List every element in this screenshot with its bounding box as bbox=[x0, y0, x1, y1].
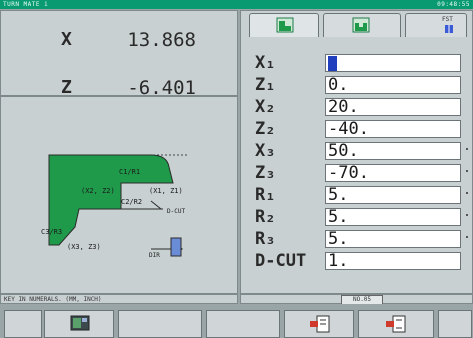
status-message: KEY IN NUMERALS. (MM, INCH) bbox=[0, 294, 238, 304]
row-marker bbox=[466, 170, 468, 172]
param-label-dcut: D-CUT bbox=[255, 251, 307, 271]
param-label-z3: Z₃ bbox=[255, 163, 276, 183]
softkey-5[interactable] bbox=[284, 310, 354, 338]
status-right-bar: NO.05 bbox=[240, 294, 473, 305]
tool-icon bbox=[170, 237, 182, 257]
param-row-r1: R₁ 5. bbox=[241, 185, 473, 205]
param-row-z1: Z₁ 0. bbox=[241, 75, 473, 95]
label-c3: C3/R3 bbox=[41, 228, 62, 236]
softkey-2[interactable] bbox=[44, 310, 114, 338]
param-label-r1: R₁ bbox=[255, 185, 276, 205]
softkey-3[interactable] bbox=[118, 310, 202, 338]
row-marker bbox=[466, 214, 468, 216]
softkey-bar bbox=[0, 304, 473, 338]
param-input-z2[interactable]: -40. bbox=[325, 120, 461, 138]
param-label-x2: X₂ bbox=[255, 97, 276, 117]
param-label-z2: Z₂ bbox=[255, 119, 276, 139]
param-row-x2: X₂ 20. bbox=[241, 97, 473, 117]
param-input-z1[interactable]: 0. bbox=[325, 76, 461, 94]
screen-icon bbox=[70, 315, 90, 331]
param-input-r2[interactable]: 5. bbox=[325, 208, 461, 226]
label-c1: C1/R1 bbox=[119, 168, 140, 176]
profile-diagram-panel: C1/R1 (X1, Z1) (X2, Z2) C2/R2 D-CUT C3/R… bbox=[0, 96, 238, 294]
x-position-value: 13.868 bbox=[127, 29, 196, 51]
param-input-x3[interactable]: 50. bbox=[325, 142, 461, 160]
fst-label: FST bbox=[442, 16, 453, 23]
label-dir: DIR bbox=[149, 252, 160, 259]
softkey-4[interactable] bbox=[206, 310, 280, 338]
param-row-r3: R₃ 5. bbox=[241, 229, 473, 249]
title-bar: TURN MATE i 09:48:55 bbox=[0, 0, 473, 9]
param-input-dcut[interactable]: 1. bbox=[325, 252, 461, 270]
param-label-r2: R₂ bbox=[255, 207, 276, 227]
position-panel: X 13.868 Z -6.401 bbox=[0, 10, 238, 99]
taper-profile-icon bbox=[276, 17, 294, 33]
x-axis-label: X bbox=[61, 29, 72, 50]
z-axis-label: Z bbox=[61, 77, 72, 98]
part-profile bbox=[48, 154, 174, 246]
clock: 09:48:55 bbox=[437, 1, 470, 8]
softkey-6[interactable] bbox=[358, 310, 434, 338]
softkey-7[interactable] bbox=[438, 310, 472, 338]
row-marker bbox=[466, 148, 468, 150]
param-label-z1: Z₁ bbox=[255, 75, 276, 95]
groove-profile-icon bbox=[352, 17, 370, 33]
param-input-z3[interactable]: -70. bbox=[325, 164, 461, 182]
row-marker bbox=[466, 236, 468, 238]
param-row-r2: R₂ 5. bbox=[241, 207, 473, 227]
param-label-x3: X₃ bbox=[255, 141, 276, 161]
dcut-arrow bbox=[150, 200, 162, 210]
fst-icon bbox=[445, 25, 453, 33]
delete-icon bbox=[386, 315, 406, 333]
param-label-x1: X₁ bbox=[255, 53, 276, 73]
label-c2: C2/R2 bbox=[121, 198, 142, 206]
tab-taper[interactable] bbox=[249, 13, 319, 37]
row-marker bbox=[466, 192, 468, 194]
app-title: TURN MATE i bbox=[3, 1, 49, 8]
label-p1: (X1, Z1) bbox=[149, 187, 183, 195]
param-row-x1: X₁ bbox=[241, 53, 473, 73]
param-row-z2: Z₂ -40. bbox=[241, 119, 473, 139]
param-input-x1[interactable] bbox=[325, 54, 461, 72]
parameter-panel: FST X₁ Z₁ 0. X₂ 20. Z₂ -40. X₃ 50. Z₃ -7… bbox=[240, 10, 473, 294]
insert-icon bbox=[310, 315, 330, 333]
label-dcut: D-CUT bbox=[167, 208, 185, 215]
profile-diagram: C1/R1 (X1, Z1) (X2, Z2) C2/R2 D-CUT C3/R… bbox=[41, 154, 189, 259]
param-row-x3: X₃ 50. bbox=[241, 141, 473, 161]
tab-groove[interactable] bbox=[323, 13, 401, 37]
param-row-dcut: D-CUT 1. bbox=[241, 251, 473, 271]
text-cursor bbox=[328, 56, 337, 71]
softkey-1[interactable] bbox=[4, 310, 42, 338]
label-p2: (X2, Z2) bbox=[81, 187, 115, 195]
param-input-x2[interactable]: 20. bbox=[325, 98, 461, 116]
param-row-z3: Z₃ -70. bbox=[241, 163, 473, 183]
label-p3: (X3, Z3) bbox=[67, 243, 101, 251]
tab-fst[interactable]: FST bbox=[405, 13, 467, 37]
param-label-r3: R₃ bbox=[255, 229, 276, 249]
param-input-r1[interactable]: 5. bbox=[325, 186, 461, 204]
param-input-r3[interactable]: 5. bbox=[325, 230, 461, 248]
